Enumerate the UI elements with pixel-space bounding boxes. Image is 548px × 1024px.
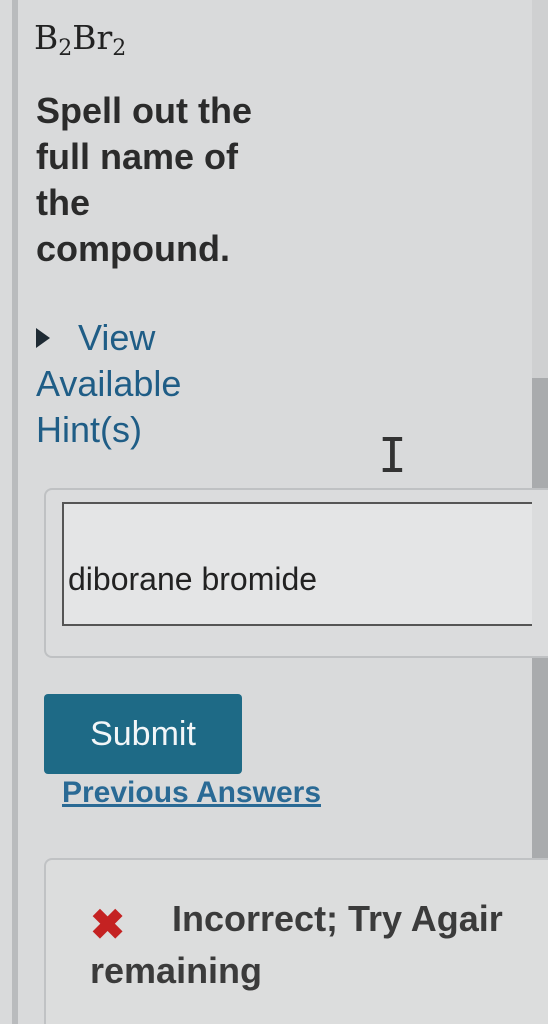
formula-subscript-boron: 2 <box>58 36 73 61</box>
text-cursor-icon: I <box>378 428 407 484</box>
view-hints-label: View Available Hint(s) <box>36 317 182 450</box>
previous-answers-link[interactable]: Previous Answers <box>62 776 321 810</box>
feedback-status: Incorrect; Try Agair <box>172 898 503 939</box>
formula-subscript-bromine: 2 <box>112 36 127 61</box>
formula-element-bromine: Br <box>72 18 113 57</box>
chemical-formula: B2Br2 <box>34 18 126 61</box>
question-prompt: Spell out the full name of the compound. <box>36 90 252 269</box>
triangle-right-icon <box>36 328 50 348</box>
view-hints-toggle[interactable]: View Available Hint(s) <box>36 315 236 453</box>
answer-input[interactable] <box>62 502 532 626</box>
left-border <box>12 0 18 1024</box>
x-mark-icon: ✖ <box>90 901 126 948</box>
formula-element-boron: B <box>34 18 59 57</box>
submit-button[interactable]: Submit <box>44 694 242 774</box>
feedback-remaining: remaining <box>90 950 263 991</box>
